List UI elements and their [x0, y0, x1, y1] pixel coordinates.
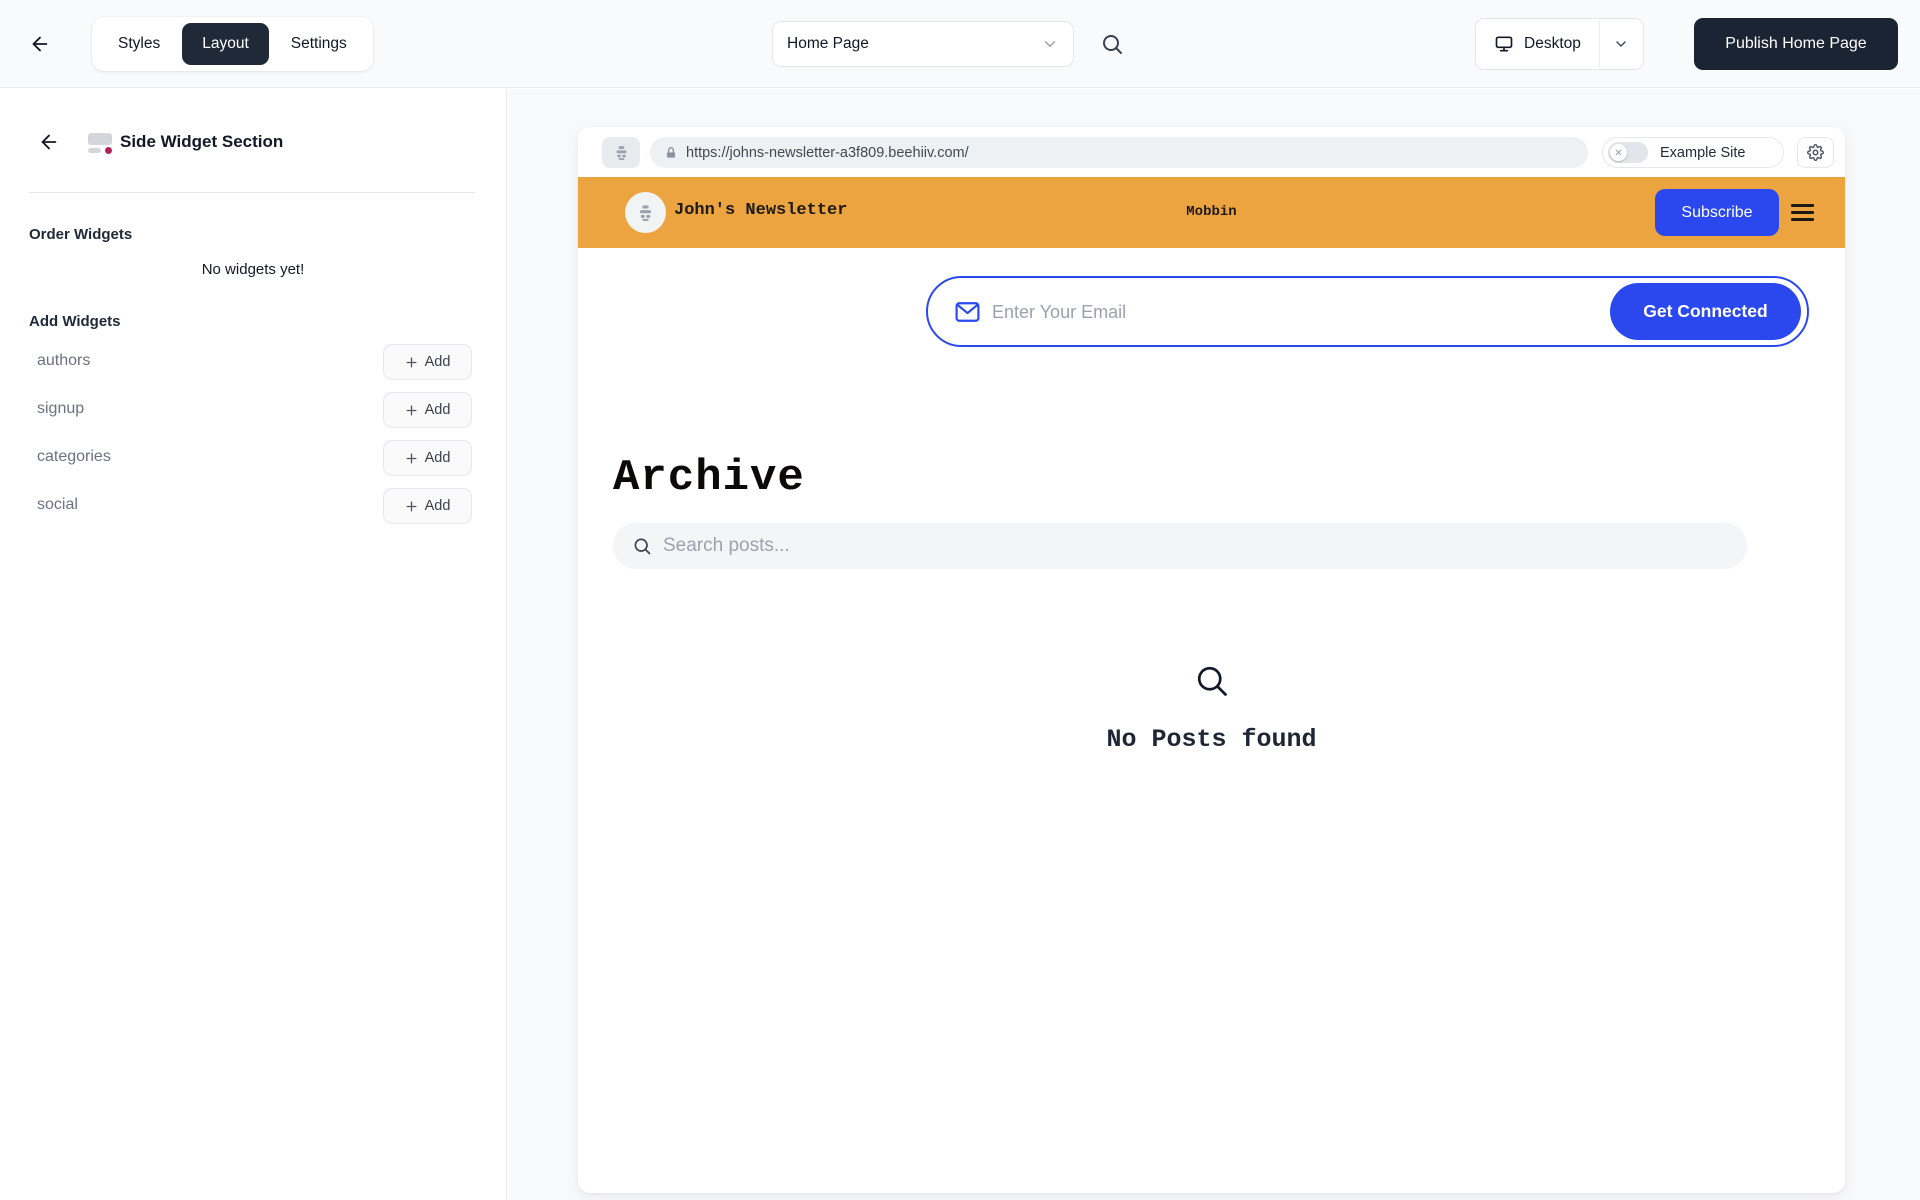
email-input[interactable]: [992, 292, 1472, 332]
monitor-icon: [1494, 34, 1514, 54]
url-input[interactable]: [686, 145, 1546, 161]
widget-row-social: social Add: [0, 488, 507, 524]
page-selector-value: Home Page: [787, 35, 869, 53]
site-preview-window: Example Site John's Newsletter Mobbin Su…: [578, 127, 1845, 1193]
tab-settings[interactable]: Settings: [271, 23, 367, 65]
search-icon: [632, 536, 652, 556]
chevron-down-icon: [1613, 36, 1629, 52]
device-selector-caret[interactable]: [1599, 19, 1643, 69]
add-authors-button[interactable]: Add: [383, 344, 472, 380]
x-icon: [1614, 148, 1623, 157]
get-connected-button[interactable]: Get Connected: [1610, 283, 1801, 340]
device-selector[interactable]: Desktop: [1476, 19, 1599, 69]
widget-row-authors: authors Add: [0, 344, 507, 380]
device-preview-control: Desktop: [1475, 18, 1644, 70]
menu-icon[interactable]: [1791, 204, 1814, 221]
arrow-left-icon: [38, 131, 60, 153]
order-widgets-empty-text: No widgets yet!: [0, 261, 506, 278]
plus-icon: [405, 452, 418, 465]
example-site-label: Example Site: [1660, 145, 1745, 161]
beehiiv-hive-icon: [613, 144, 630, 161]
order-widgets-heading: Order Widgets: [29, 226, 132, 243]
add-social-button[interactable]: Add: [383, 488, 472, 524]
divider: [29, 192, 475, 193]
empty-state-text: No Posts found: [578, 725, 1845, 754]
back-button[interactable]: [26, 30, 54, 58]
gear-icon: [1807, 144, 1824, 161]
editor-toolbar: Styles Layout Settings Home Page Desktop…: [0, 0, 1920, 88]
widget-row-categories: categories Add: [0, 440, 507, 476]
plus-icon: [405, 404, 418, 417]
beehiiv-logo-button[interactable]: [602, 137, 640, 168]
search-icon: [1194, 663, 1230, 699]
editor-tab-group: Styles Layout Settings: [92, 17, 373, 71]
layout-sidebar: Side Widget Section Order Widgets No wid…: [0, 89, 507, 1200]
publish-home-page-button[interactable]: Publish Home Page: [1694, 18, 1898, 70]
sidebar-back-button[interactable]: [36, 129, 62, 155]
plus-icon: [405, 356, 418, 369]
preview-pane: Example Site John's Newsletter Mobbin Su…: [508, 89, 1920, 1200]
side-widget-section-icon: [88, 133, 114, 153]
preview-settings-button[interactable]: [1797, 137, 1834, 168]
tab-styles[interactable]: Styles: [98, 23, 180, 65]
sidebar-section-title: Side Widget Section: [120, 132, 283, 152]
browser-chrome: Example Site: [578, 127, 1845, 177]
arrow-left-icon: [29, 33, 51, 55]
page-selector[interactable]: Home Page: [772, 21, 1074, 67]
empty-state: No Posts found: [578, 663, 1845, 754]
add-widgets-heading: Add Widgets: [29, 313, 121, 330]
tab-layout[interactable]: Layout: [182, 23, 269, 65]
search-icon: [1100, 32, 1124, 56]
add-signup-button[interactable]: Add: [383, 392, 472, 428]
widget-label: categories: [37, 448, 111, 466]
toggle-knob: [1610, 144, 1627, 161]
search-button[interactable]: [1098, 30, 1126, 58]
device-selector-value: Desktop: [1524, 35, 1581, 53]
post-search-bar: [613, 523, 1747, 569]
chevron-down-icon: [1041, 35, 1059, 53]
plus-icon: [405, 500, 418, 513]
url-bar[interactable]: [650, 137, 1588, 168]
widget-label: signup: [37, 400, 84, 418]
envelope-icon: [954, 300, 981, 324]
subscribe-button[interactable]: Subscribe: [1655, 189, 1779, 236]
widget-row-signup: signup Add: [0, 392, 507, 428]
lock-icon: [664, 146, 678, 160]
add-categories-button[interactable]: Add: [383, 440, 472, 476]
newsletter-header: John's Newsletter Mobbin Subscribe: [578, 177, 1845, 248]
email-signup-bar: Get Connected: [926, 276, 1809, 347]
post-search-input[interactable]: [663, 530, 1663, 562]
archive-heading: Archive: [613, 453, 805, 503]
example-site-control: Example Site: [1602, 137, 1784, 168]
widget-label: social: [37, 496, 78, 514]
example-site-toggle[interactable]: [1608, 142, 1648, 163]
widget-label: authors: [37, 352, 90, 370]
